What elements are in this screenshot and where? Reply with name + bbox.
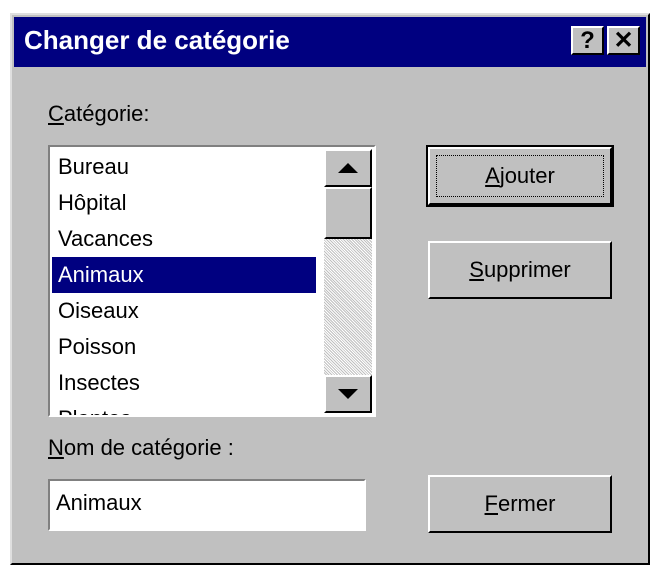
change-category-dialog: Changer de catégorie ? ✕ Catégorie: Bure… (10, 13, 650, 565)
title-bar[interactable]: Changer de catégorie ? ✕ (14, 17, 646, 67)
vertical-scrollbar[interactable] (324, 149, 372, 413)
category-list-label: Catégorie: (48, 101, 150, 126)
category-name-input[interactable]: Animaux (48, 479, 366, 531)
close-window-button[interactable]: ✕ (607, 26, 640, 55)
window-title: Changer de catégorie (24, 25, 290, 55)
arrow-down-icon (338, 389, 358, 399)
list-item[interactable]: Oiseaux (52, 293, 316, 329)
category-items: Bureau Hôpital Vacances Animaux Oiseaux … (52, 149, 316, 415)
help-button[interactable]: ? (571, 26, 604, 55)
list-item[interactable]: Hôpital (52, 185, 316, 221)
delete-button[interactable]: Supprimer (428, 241, 612, 299)
list-item[interactable]: Poisson (52, 329, 316, 365)
list-item[interactable]: Plantes (52, 401, 316, 415)
list-item[interactable]: Insectes (52, 365, 316, 401)
scroll-up-button[interactable] (324, 149, 372, 187)
category-name-label: Nom de catégorie : (48, 435, 234, 460)
arrow-up-icon (338, 163, 358, 173)
list-item[interactable]: Bureau (52, 149, 316, 185)
list-item[interactable]: Vacances (52, 221, 316, 257)
list-item-selected[interactable]: Animaux (52, 257, 316, 293)
scroll-down-button[interactable] (324, 375, 372, 413)
category-listbox[interactable]: Bureau Hôpital Vacances Animaux Oiseaux … (48, 145, 376, 417)
scroll-thumb[interactable] (324, 187, 372, 239)
close-button[interactable]: Fermer (428, 475, 612, 533)
add-button[interactable]: Ajouter (426, 145, 614, 207)
